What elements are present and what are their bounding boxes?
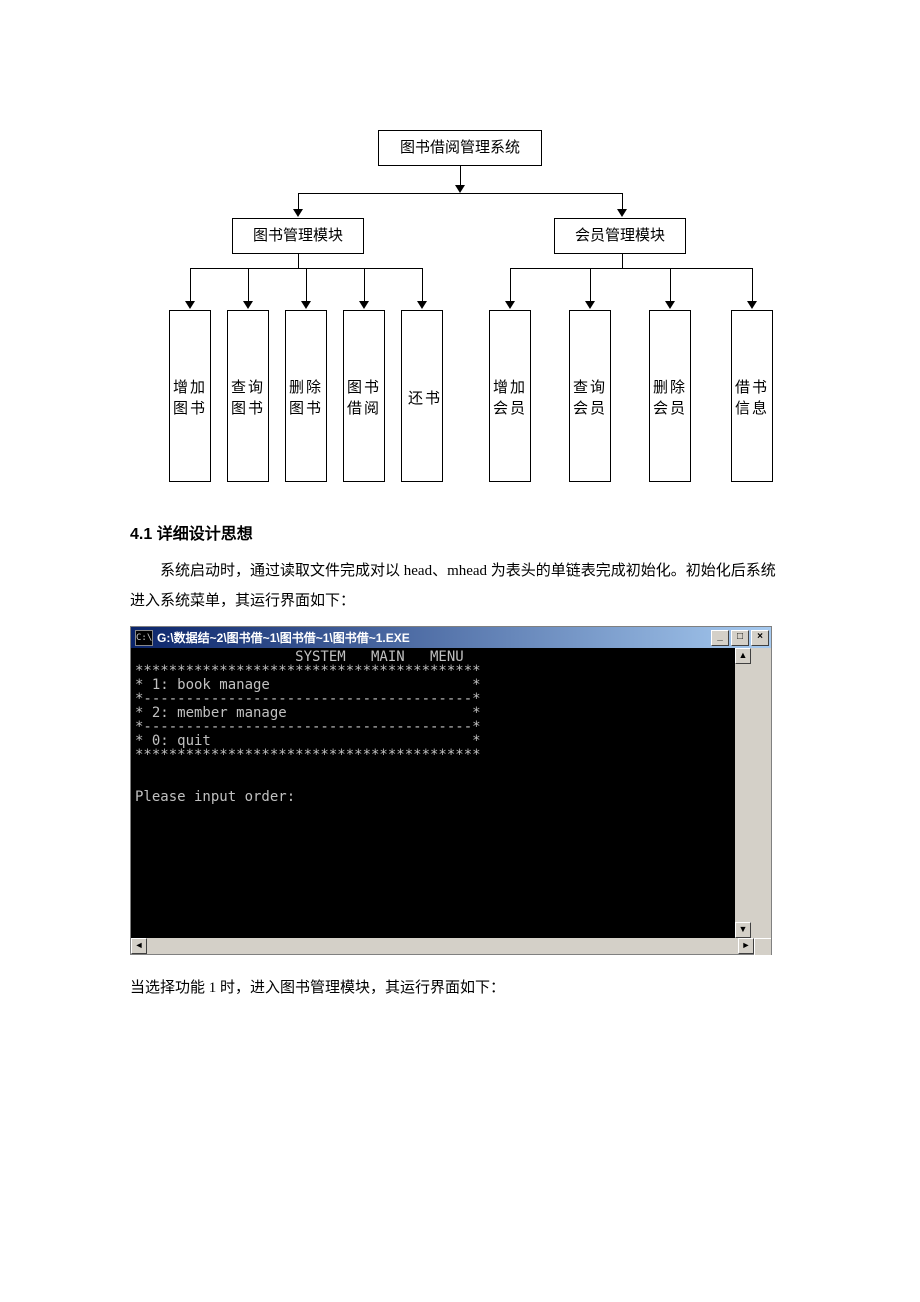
diagram-module-members: 会员管理模块: [554, 218, 686, 254]
resize-grip[interactable]: [754, 938, 771, 955]
horizontal-scrollbar[interactable]: ◄ ►: [131, 938, 771, 954]
org-chart-diagram: 图书借阅管理系统 图书管理模块 会员管理模块: [140, 130, 780, 490]
diagram-module-books: 图书管理模块: [232, 218, 364, 254]
minimize-button[interactable]: _: [711, 630, 729, 646]
section-heading: 4.1 详细设计思想: [130, 520, 790, 544]
window-title: G:\数据结~2\图书借~1\图书借~1\图书借~1.EXE: [157, 629, 410, 646]
maximize-button[interactable]: □: [731, 630, 749, 646]
paragraph-2: 当选择功能 1 时，进入图书管理模块，其运行界面如下：: [130, 973, 790, 1003]
scroll-left-button[interactable]: ◄: [131, 938, 147, 954]
paragraph-1: 系统启动时，通过读取文件完成对以 head、mhead 为表头的单链表完成初始化…: [130, 556, 790, 616]
diagram-leaf-borrow-info: 借书信息: [731, 310, 773, 482]
diagram-leaf-query-member: 查询会员: [569, 310, 611, 482]
cmd-icon: C:\: [135, 630, 153, 646]
diagram-root: 图书借阅管理系统: [378, 130, 542, 166]
diagram-leaf-add-member: 增加会员: [489, 310, 531, 482]
scroll-up-button[interactable]: ▲: [735, 648, 751, 664]
diagram-leaf-delete-book: 删除图书: [285, 310, 327, 482]
diagram-leaf-borrow: 图书借阅: [343, 310, 385, 482]
diagram-leaf-add-book: 增加图书: [169, 310, 211, 482]
vertical-scrollbar[interactable]: ▲ ▼: [735, 648, 751, 938]
scroll-right-button[interactable]: ►: [738, 938, 754, 954]
scroll-down-button[interactable]: ▼: [735, 922, 751, 938]
diagram-leaf-delete-member: 删除会员: [649, 310, 691, 482]
close-button[interactable]: ×: [751, 630, 769, 646]
console-window: C:\ G:\数据结~2\图书借~1\图书借~1\图书借~1.EXE _ □ ×…: [130, 626, 772, 955]
diagram-leaf-return: 还书: [401, 310, 443, 482]
console-output: SYSTEM MAIN MENU ***********************…: [131, 648, 735, 938]
diagram-leaf-query-book: 查询图书: [227, 310, 269, 482]
window-titlebar: C:\ G:\数据结~2\图书借~1\图书借~1\图书借~1.EXE _ □ ×: [131, 627, 771, 648]
